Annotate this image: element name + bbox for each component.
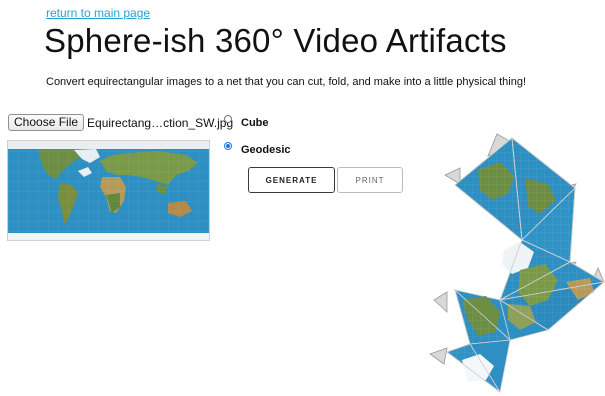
geodesic-net-image	[429, 133, 605, 394]
